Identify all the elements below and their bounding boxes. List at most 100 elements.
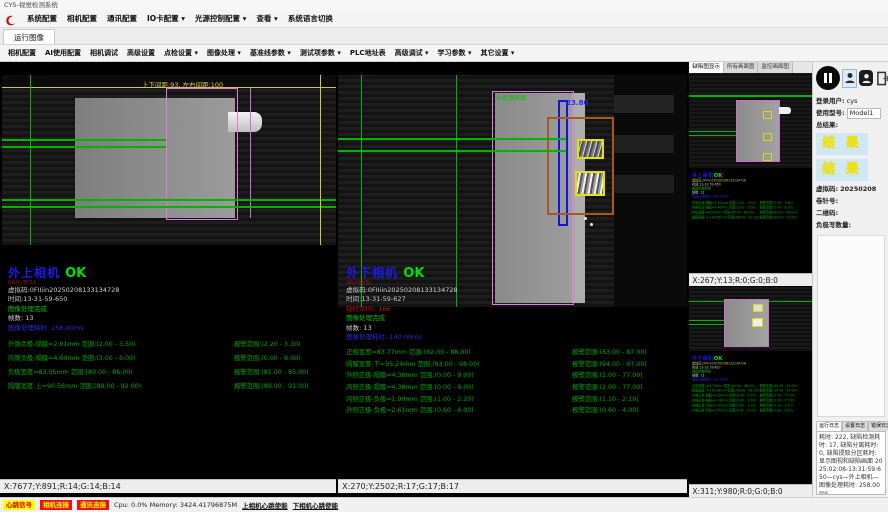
frame-count-line: 帧数: 13 — [346, 324, 457, 333]
thumbnail-lower[interactable] — [689, 287, 812, 351]
login-user-row: 登录用户: cys — [816, 95, 886, 107]
camera-name: 外下相机 — [346, 266, 398, 280]
statusbar: 心跳信号 相机连接 通讯连接 Cpu: 0.0% Memory: 3424.41… — [0, 497, 888, 512]
virtual-code-row: 虚拟码: 20250208 — [816, 183, 886, 195]
exit-button[interactable] — [875, 70, 888, 86]
overlay-info-lower: 外下相机 OK NG大批(S) 虚拟码:0FIIiin2025020813313… — [346, 262, 457, 342]
result-ok: OK — [403, 266, 424, 281]
result-ok: OK — [65, 266, 86, 281]
menu-io-config[interactable]: IO卡配置 ▾ — [147, 13, 185, 24]
roi-rect-orange — [547, 117, 614, 215]
tool-advanced-settings[interactable]: 高级设置 — [127, 48, 155, 58]
login-user-label: 登录用户: — [816, 95, 845, 107]
ai-frame-label: AI处理画面 — [496, 93, 526, 102]
grab-elapsed-line: 耗时(MS): 166 — [346, 305, 457, 314]
tool-learn-params[interactable]: 学习参数 ▾ — [438, 48, 472, 58]
measurement-grid-lower: 正极宽度=83.77mm 范围:(82.00 - 88.00)报警范围:(83.… — [346, 347, 685, 417]
lower-camera-heartbeat-toggle[interactable]: 下相机心跳使能 — [293, 500, 339, 510]
tab-error-log[interactable]: 错误日志 — [868, 421, 888, 431]
thumbnail-upper[interactable] — [689, 73, 812, 168]
camera-view-lower[interactable]: AI处理画面 23.80 外下相机 OK — [338, 62, 687, 497]
exit-door-icon — [876, 71, 888, 86]
tab-all-images[interactable]: 所有画面图 — [724, 62, 759, 73]
right-sidebar: 登录用户: cys 使用型号: Model1 总结果: 结 果 结 果 虚拟码:… — [812, 62, 888, 497]
time-line: 时间:13-31-59-650 — [8, 295, 119, 304]
virtual-code-value: 20250208 — [840, 183, 876, 195]
total-result-label: 总结果: — [816, 119, 838, 131]
user-icon — [862, 73, 871, 84]
barcode-line: 虚拟码:0FIIiin20250208133134728 — [8, 286, 119, 295]
coord-bar-lower: X:270;Y:2502;R:17;G:17;B:17 — [338, 479, 687, 493]
camera-name: 外上相机 — [8, 266, 60, 280]
menu-comm-config[interactable]: 通讯配置 — [107, 13, 137, 24]
tool-image-process[interactable]: 图像处理 ▾ — [207, 48, 241, 58]
tab-monitor-image[interactable]: 监控画面图 — [758, 62, 793, 73]
virtual-code-label: 虚拟码: — [816, 183, 838, 195]
tab-settings-log[interactable]: 设置日志 — [842, 421, 868, 431]
process-done-line: 图像处理完成 — [8, 305, 119, 314]
tab-defect-image[interactable]: 缺陷图显示 — [689, 62, 724, 73]
user-login-button[interactable] — [842, 69, 857, 88]
tool-camera-debug[interactable]: 相机调试 — [90, 48, 118, 58]
titlebar: CYS-视觉检测系统 — [0, 0, 888, 10]
tool-baseline-params[interactable]: 基准线参数 ▾ — [250, 48, 291, 58]
neg-write-count-label: 负极写数量: — [816, 219, 851, 231]
tool-spot-check[interactable]: 点检设置 ▾ — [164, 48, 198, 58]
gap-annotation: 上下间距:93, 左右间距:100 — [142, 79, 223, 89]
log-tabbar: 运行日志 设置日志 错误日志 — [816, 421, 886, 431]
menubar: 系统配置 相机配置 通讯配置 IO卡配置 ▾ 光源控制配置 ▾ 查看 ▾ 系统语… — [0, 10, 888, 28]
app-logo-icon — [4, 12, 17, 25]
tool-advanced-debug[interactable]: 高级调试 ▾ — [395, 48, 429, 58]
time-line: 时间:13-31-59-627 — [346, 295, 457, 304]
toolbar: 相机配置 AI使用配置 相机调试 高级设置 点检设置 ▾ 图像处理 ▾ 基准线参… — [0, 45, 888, 62]
tool-camera-config[interactable]: 相机配置 — [8, 48, 36, 58]
measurement-row: 外侧正极-负极=2.61mm 范围:(0.60 - 4.00)报警范围:(0.6… — [346, 405, 685, 417]
tool-other-settings[interactable]: 其它设置 ▾ — [480, 48, 514, 58]
tool-plc-table[interactable]: PLC地址表 — [350, 48, 386, 58]
camera-image-upper: 上下间距:93, 左右间距:100 — [2, 75, 336, 245]
measurement-row: 负极宽度=83.05mm 范围:(80.00 - 86.00)报警范围:(81.… — [8, 366, 334, 380]
model-label: 使用型号: — [816, 107, 845, 119]
tool-test-params[interactable]: 测试项参数 ▾ — [300, 48, 341, 58]
cpu-memory-status: Cpu: 0.0% Memory: 3424.41796875M — [114, 501, 237, 509]
measurement-row: 外侧负极-隔膜=2.91mm 范围:(2.00 - 3.50)报警范围:(2.2… — [8, 338, 334, 352]
overlay-info-upper: 外上相机 OK NG光_BC11 虚拟码:0FIIiin202502081331… — [8, 262, 119, 333]
measure-value-blue: 23.80 — [566, 99, 588, 107]
camera-view-upper[interactable]: 上下间距:93, 左右间距:100 外上相机 OK NG光_BC11 虚拟码:0… — [0, 62, 336, 497]
tab-run-log[interactable]: 运行日志 — [816, 421, 842, 431]
pause-button[interactable] — [816, 66, 840, 90]
thumbnail-lower-overlay: 外下相机OK 虚拟码:0FIIiin20250208133134728 时间:1… — [689, 351, 812, 484]
user-icon — [845, 72, 855, 84]
tool-ai-config[interactable]: AI使用配置 — [45, 48, 81, 58]
upper-camera-heartbeat-toggle[interactable]: 上相机心跳使能 — [242, 500, 288, 510]
thumb-coord-bar-upper: X:267;Y:13;R:0;G:0;B:0 — [689, 273, 812, 286]
total-result-row: 总结果: — [816, 119, 886, 131]
menu-language[interactable]: 系统语言切换 — [288, 13, 333, 24]
menu-light-config[interactable]: 光源控制配置 ▾ — [195, 13, 246, 24]
camera-connection-badge: 相机连接 — [40, 500, 72, 510]
menu-camera-config[interactable]: 相机配置 — [67, 13, 97, 24]
qr-code-row: 二维码: — [816, 207, 886, 219]
app-window: CYS-视觉检测系统 系统配置 相机配置 通讯配置 IO卡配置 ▾ 光源控制配置… — [0, 0, 888, 522]
defect-box-1 — [577, 139, 604, 159]
window-title: CYS-视觉检测系统 — [4, 1, 58, 9]
neg-write-count-row: 负极写数量: — [816, 219, 886, 231]
model-select[interactable]: Model1 — [847, 108, 881, 119]
bottom-margin — [0, 512, 888, 522]
blank-panel — [817, 235, 885, 417]
heartbeat-badge: 心跳信号 — [3, 500, 35, 510]
thumbnail-panel: 缺陷图显示 所有画面图 监控画面图 外上相机OK 虚拟码:0FIIiin2025… — [689, 62, 812, 497]
menu-view[interactable]: 查看 ▾ — [256, 13, 277, 24]
needle-number-label: 卷针号: — [816, 195, 838, 207]
qr-code-label: 二维码: — [816, 207, 838, 219]
elapsed-line: 图像处理耗时: 256.00ms — [8, 324, 119, 333]
menu-system-config[interactable]: 系统配置 — [27, 13, 57, 24]
log-output[interactable]: 耗时: 222, 缺陷检测耗时: 17, 缺陷分离耗时: 0, 缺陷提取分区耗时… — [816, 431, 886, 495]
login-user-value: cys — [847, 95, 858, 107]
tab-run-image[interactable]: 运行图像 — [3, 29, 55, 44]
result-display-upper: 结 果 — [816, 133, 868, 155]
result-display-lower: 结 果 — [816, 159, 868, 181]
needle-number-row: 卷针号: — [816, 195, 886, 207]
user-switch-button[interactable] — [859, 70, 873, 86]
measurement-row: 内侧正极-隔膜=4.38mm 范围:(0.00 - 9.00)报警范围:(2.0… — [346, 382, 685, 394]
